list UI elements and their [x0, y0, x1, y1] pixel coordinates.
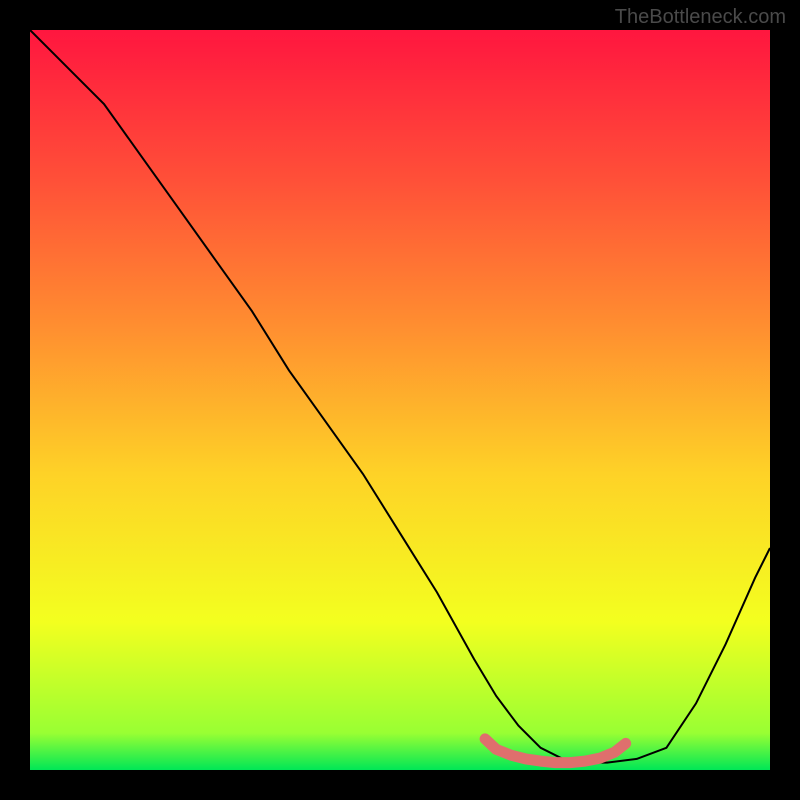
attribution-text: TheBottleneck.com — [615, 6, 786, 29]
chart-svg — [0, 0, 800, 800]
plot-background — [30, 30, 770, 770]
chart-frame: { "attribution": "TheBottleneck.com", "p… — [0, 0, 800, 800]
